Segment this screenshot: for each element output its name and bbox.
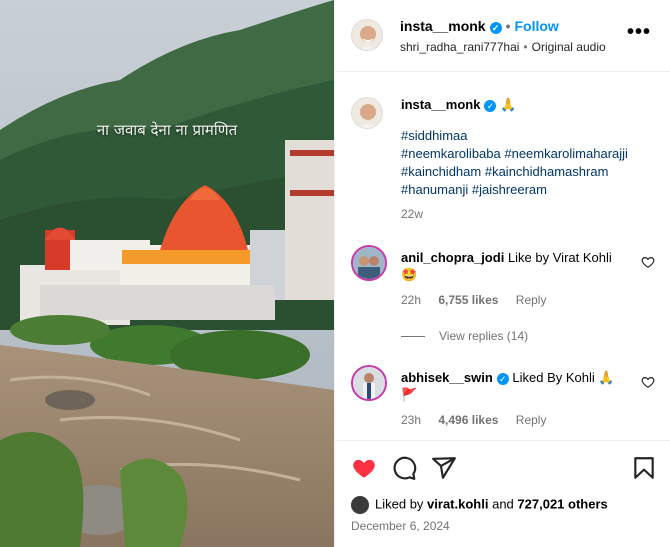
comments-section[interactable]: insta__monk ✓ 🙏 #siddhimaa #neemkarolibab… bbox=[335, 73, 670, 439]
avatar-image bbox=[352, 98, 382, 128]
avatar-image bbox=[353, 367, 385, 399]
likes-summary[interactable]: Liked by virat.kohli and 727,021 others bbox=[351, 496, 608, 514]
hashtag-link[interactable]: #jaishreeram bbox=[472, 182, 547, 197]
post-details-panel: insta__monk ✓ • Follow shri_radha_rani777ha… bbox=[334, 0, 670, 547]
comment-body: abhisek__swin ✓ Liked By Kohli 🙏 🚩 bbox=[401, 369, 631, 403]
avatar-image bbox=[352, 20, 382, 50]
avatar-image bbox=[353, 247, 385, 279]
caption-time[interactable]: 22w bbox=[401, 207, 661, 221]
heart-outline-icon[interactable] bbox=[641, 375, 655, 389]
hashtag-link[interactable]: #neemkarolimaharajji bbox=[504, 146, 628, 161]
hashtag-link[interactable]: #hanumanji bbox=[401, 182, 468, 197]
hashtag-link[interactable]: #siddhimaa bbox=[401, 128, 468, 143]
caption-body: insta__monk ✓ 🙏 #siddhimaa #neemkarolibab… bbox=[401, 97, 661, 221]
audio-username[interactable]: shri_radha_rani777hai bbox=[400, 40, 519, 54]
liker-avatar bbox=[351, 496, 369, 514]
likes-prefix: Liked by bbox=[375, 496, 424, 512]
comment-username[interactable]: anil_chopra_jodi bbox=[401, 250, 504, 265]
post-date[interactable]: December 6, 2024 bbox=[351, 519, 450, 533]
comment-likes[interactable]: 4,496 likes bbox=[438, 413, 498, 427]
comment-time[interactable]: 23h bbox=[401, 413, 421, 427]
audio-line: shri_radha_rani777hai • Original audio bbox=[400, 40, 606, 54]
commenter-avatar[interactable] bbox=[351, 365, 387, 401]
likes-others[interactable]: 727,021 others bbox=[517, 496, 607, 511]
comment-likes[interactable]: 6,755 likes bbox=[438, 293, 498, 307]
verified-badge-icon: ✓ bbox=[496, 373, 509, 385]
reply-button[interactable]: Reply bbox=[516, 293, 547, 307]
post-image bbox=[0, 0, 334, 547]
comment-icon[interactable] bbox=[391, 455, 417, 481]
commenter-avatar[interactable] bbox=[351, 245, 387, 281]
audio-label[interactable]: Original audio bbox=[532, 40, 606, 54]
author-row: insta__monk ✓ • Follow bbox=[400, 18, 559, 34]
comment-emoji: 🚩 bbox=[401, 387, 418, 402]
post-actions: Liked by virat.kohli and 727,021 others … bbox=[335, 440, 670, 547]
caption-emoji: 🙏 bbox=[500, 97, 517, 112]
post-media[interactable]: ना जवाब देना ना प्रामणित bbox=[0, 0, 334, 547]
comment-time[interactable]: 22h bbox=[401, 293, 421, 307]
separator-dot: • bbox=[523, 40, 528, 54]
author-username[interactable]: insta__monk bbox=[400, 18, 486, 34]
view-replies-button[interactable]: View replies (14) bbox=[401, 329, 528, 343]
more-options-icon[interactable]: ••• bbox=[627, 22, 651, 42]
comment-meta: 23h 4,496 likes Reply bbox=[401, 413, 560, 427]
hashtag-link[interactable]: #kainchidhamashram bbox=[485, 164, 609, 179]
comment-meta: 22h 6,755 likes Reply bbox=[401, 293, 560, 307]
comment-username[interactable]: abhisek__swin bbox=[401, 370, 493, 385]
reply-button[interactable]: Reply bbox=[516, 413, 547, 427]
share-icon[interactable] bbox=[431, 455, 457, 481]
caption-avatar[interactable] bbox=[351, 97, 383, 129]
view-replies-label: View replies (14) bbox=[439, 329, 529, 343]
comment-body: anil_chopra_jodi Like by Virat Kohli 🤩 bbox=[401, 249, 631, 283]
caption-username[interactable]: insta__monk bbox=[401, 97, 480, 112]
hashtag-link[interactable]: #kainchidham bbox=[401, 164, 481, 179]
video-overlay-text: ना जवाब देना ना प्रामणित bbox=[96, 121, 238, 139]
bookmark-icon[interactable] bbox=[631, 455, 657, 481]
follow-button[interactable]: Follow bbox=[515, 18, 559, 34]
comment-emoji: 🤩 bbox=[401, 267, 418, 282]
likes-joiner: and bbox=[492, 496, 514, 512]
hashtag-link[interactable]: #neemkarolibaba bbox=[401, 146, 501, 161]
heart-outline-icon[interactable] bbox=[641, 255, 655, 269]
comment-text: Liked By Kohli 🙏 bbox=[512, 370, 615, 385]
separator-dot: • bbox=[505, 18, 511, 34]
author-avatar[interactable] bbox=[351, 19, 383, 51]
hashtag-list: #siddhimaa #neemkarolibaba #neemkarolima… bbox=[401, 127, 661, 199]
verified-badge-icon: ✓ bbox=[489, 22, 502, 34]
heart-filled-icon[interactable] bbox=[351, 455, 377, 481]
post-header: insta__monk ✓ • Follow shri_radha_rani777ha… bbox=[335, 0, 670, 72]
verified-badge-icon: ✓ bbox=[484, 100, 497, 112]
liker-username[interactable]: virat.kohli bbox=[427, 496, 488, 511]
replies-divider bbox=[401, 336, 425, 338]
comment-text: Like by Virat Kohli bbox=[507, 250, 612, 265]
